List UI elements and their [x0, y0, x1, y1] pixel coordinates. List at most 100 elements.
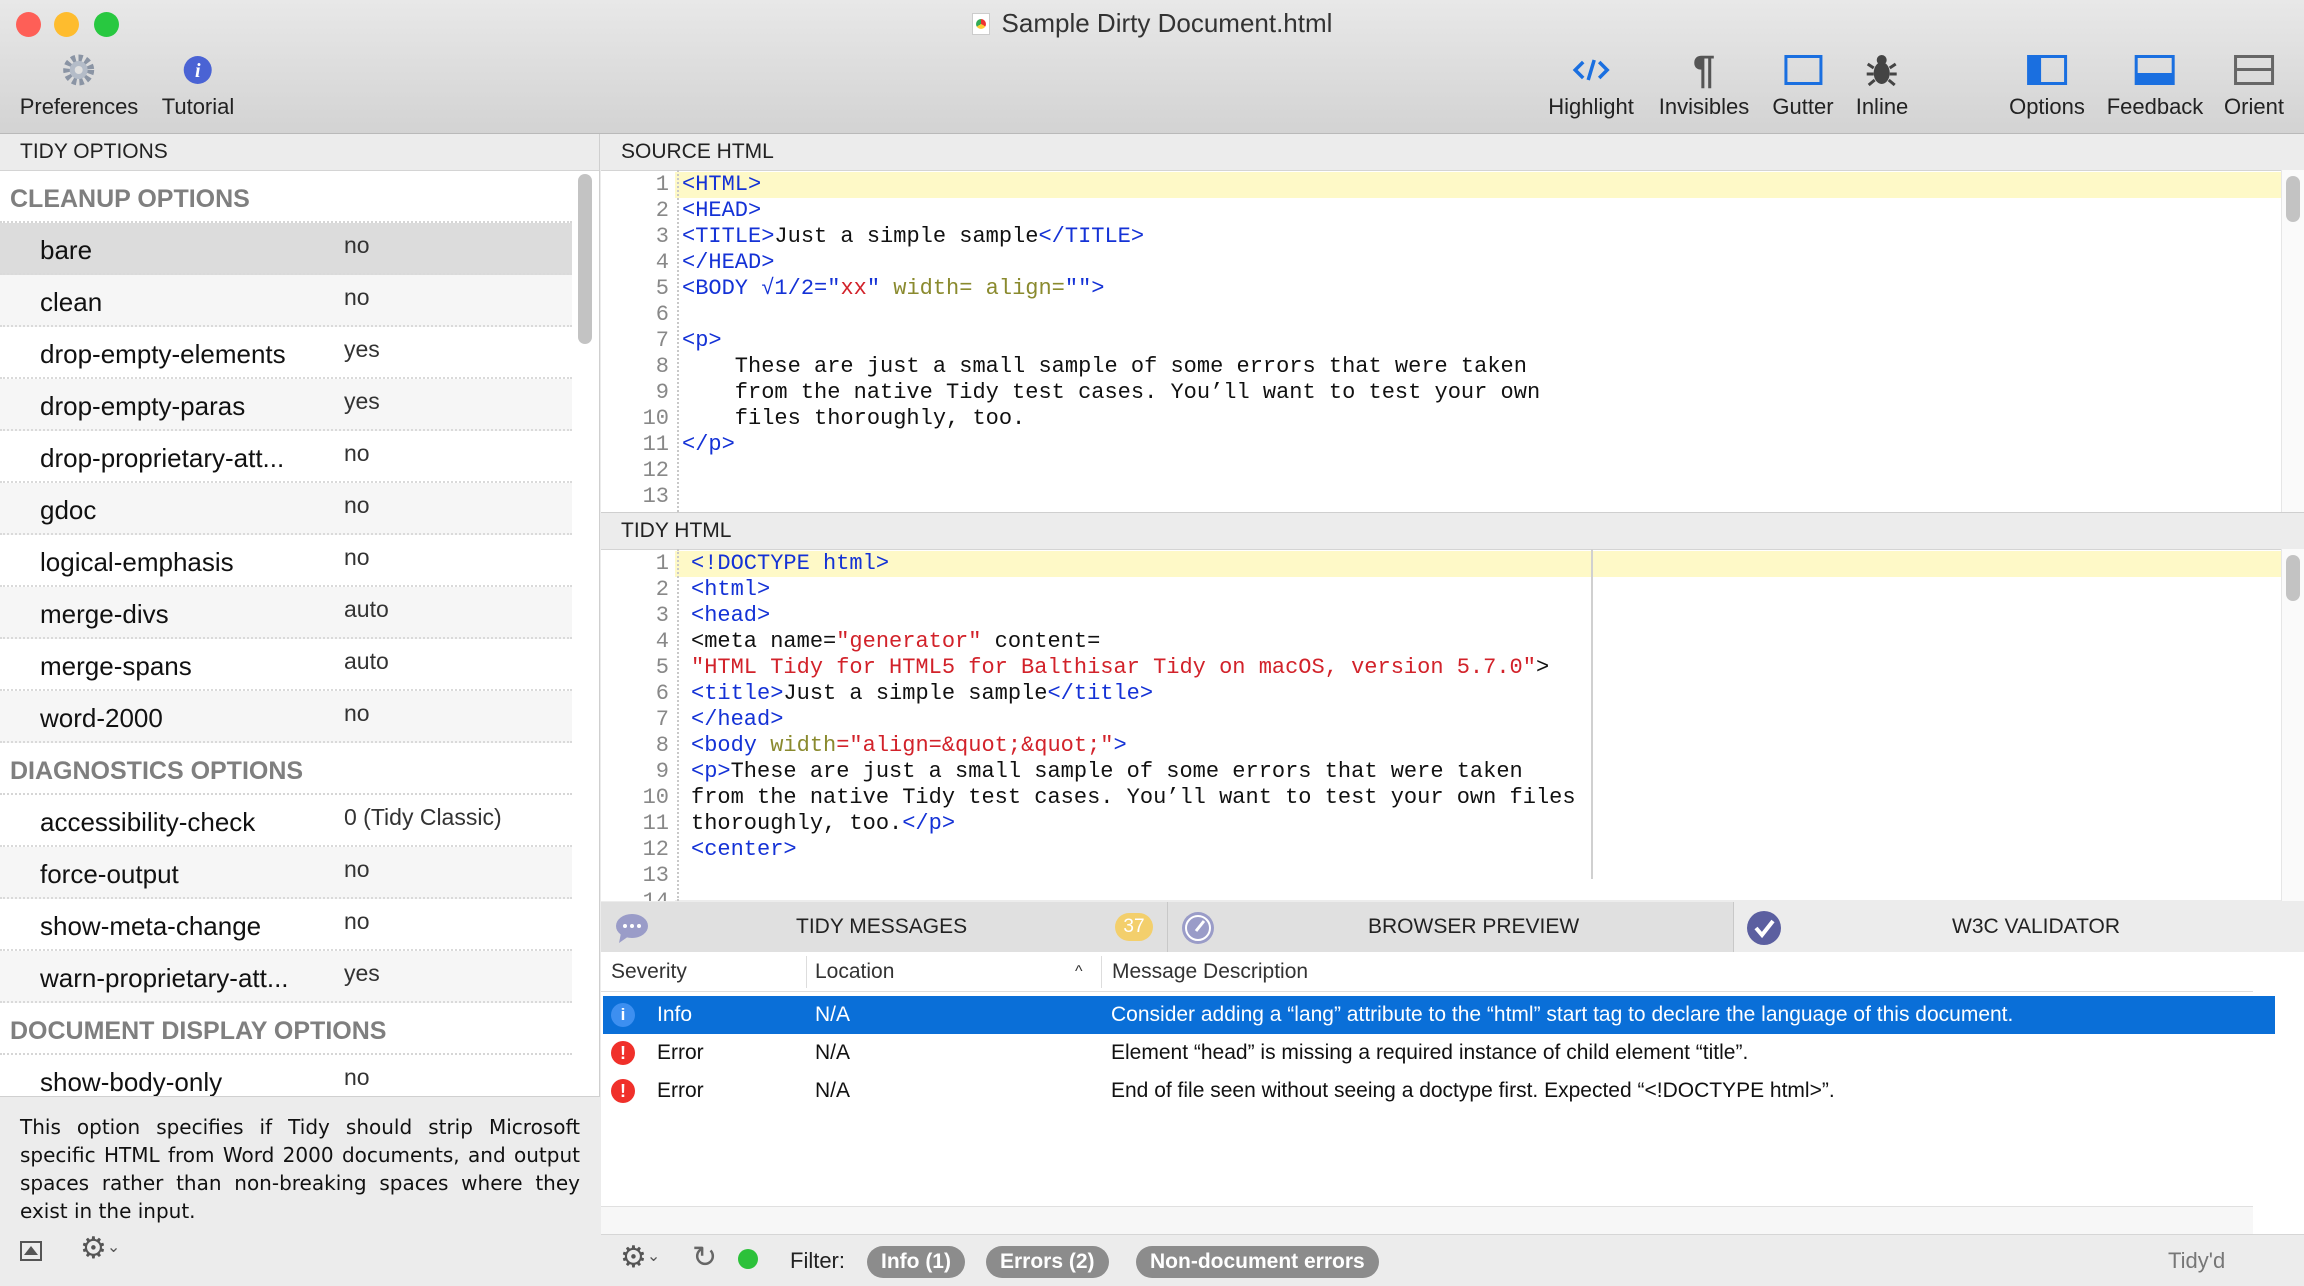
option-row-bare[interactable]: bare no: [0, 223, 572, 275]
option-value[interactable]: yes: [344, 388, 380, 415]
code-text: files thoroughly, too.: [682, 406, 1025, 432]
option-value[interactable]: auto: [344, 596, 389, 623]
filter-non-document-errors-button[interactable]: Non-document errors: [1136, 1246, 1379, 1278]
option-row-gdoc[interactable]: gdoc no: [0, 483, 572, 535]
option-row-accessibility-check[interactable]: accessibility-check 0 (Tidy Classic): [0, 795, 572, 847]
table-row[interactable]: ! Error N/A Element “head” is missing a req…: [603, 1034, 2275, 1072]
option-row-merge-spans[interactable]: merge-spans auto: [0, 639, 572, 691]
code-line: 8 <body width="align=&quot;&quot;">: [601, 733, 2281, 759]
feedback-button[interactable]: Feedback: [2107, 50, 2203, 120]
option-value[interactable]: auto: [344, 648, 389, 675]
code-token-str: "generator": [836, 629, 982, 654]
source-html-panel: SOURCE HTML 1 <HTML> 2 <HEAD> 3 <TITLE>Just a…: [601, 134, 2304, 512]
tidy-scrollbar-track[interactable]: [2281, 549, 2304, 901]
tab-tidy-messages[interactable]: TIDY MESSAGES 37: [601, 902, 1168, 952]
option-row-logical-emphasis[interactable]: logical-emphasis no: [0, 535, 572, 587]
options-list: CLEANUP OPTIONS bare no clean no drop-empty-e…: [0, 171, 572, 1107]
option-value[interactable]: no: [344, 232, 370, 259]
option-row-clean[interactable]: clean no: [0, 275, 572, 327]
option-row-merge-divs[interactable]: merge-divs auto: [0, 587, 572, 639]
error-icon: !: [611, 1079, 635, 1103]
filter-info-button[interactable]: Info (1): [867, 1246, 965, 1278]
code-token-txt: from the native Tidy test cases. You’ll …: [691, 785, 1576, 810]
option-row-force-output[interactable]: force-output no: [0, 847, 572, 899]
code-token-tag: <!DOCTYPE html>: [691, 551, 890, 576]
column-message-description[interactable]: Message Description: [1112, 952, 1308, 992]
orient-button[interactable]: Orient: [2224, 50, 2284, 120]
tutorial-button[interactable]: i Tutorial: [161, 50, 235, 120]
code-text: "HTML Tidy for HTML5 for Balthisar Tidy …: [691, 655, 1549, 681]
tidy-scrollbar-thumb[interactable]: [2286, 555, 2300, 601]
source-scrollbar-track[interactable]: [2281, 170, 2304, 512]
code-text: <meta name="generator" content=: [691, 629, 1100, 655]
option-value[interactable]: no: [344, 544, 370, 571]
code-line: 2 <HEAD>: [601, 198, 2281, 224]
line-number: 11: [601, 811, 675, 837]
option-value[interactable]: no: [344, 284, 370, 311]
option-value[interactable]: no: [344, 440, 370, 467]
column-severity[interactable]: Severity: [611, 952, 687, 992]
horizontal-scrollbar[interactable]: [601, 1206, 2253, 1234]
code-token-txt: Just a simple sample: [783, 681, 1048, 706]
option-row-drop-empty-paras[interactable]: drop-empty-paras yes: [0, 379, 572, 431]
option-value[interactable]: yes: [344, 960, 380, 987]
option-row-warn-proprietary-att[interactable]: warn-proprietary-att... yes: [0, 951, 572, 1003]
source-editor[interactable]: 1 <HTML> 2 <HEAD> 3 <TITLE>Just a simple samp…: [601, 170, 2281, 512]
split-horizontal-icon: [2224, 50, 2284, 90]
line-number: 11: [601, 432, 675, 458]
code-line: 8 These are just a small sample of some …: [601, 354, 2281, 380]
page-guide-line: [1591, 549, 1593, 879]
line-number: 8: [601, 354, 675, 380]
severity-cell: Info: [657, 1003, 693, 1026]
options-gear-menu-icon[interactable]: ⚙⌄: [80, 1233, 120, 1264]
code-text: from the native Tidy test cases. You’ll …: [691, 785, 1576, 811]
section-header: DIAGNOSTICS OPTIONS: [0, 743, 572, 795]
preferences-button[interactable]: Preferences: [20, 50, 138, 120]
invisibles-button[interactable]: ¶ Invisibles: [1659, 48, 1749, 120]
tidy-editor[interactable]: 1 <!DOCTYPE html> 2 <html> 3 <head> 4 <meta nam…: [601, 549, 2281, 901]
option-row-drop-proprietary-att[interactable]: drop-proprietary-att... no: [0, 431, 572, 483]
code-line: 6 <title>Just a simple sample</title>: [601, 681, 2281, 707]
location-cell: N/A: [815, 1041, 851, 1064]
options-scrollbar[interactable]: [578, 174, 592, 344]
option-value[interactable]: 0 (Tidy Classic): [344, 804, 502, 831]
option-value[interactable]: no: [344, 908, 370, 935]
option-name: gdoc: [40, 495, 97, 525]
messages-gear-menu-icon[interactable]: ⚙⌄: [620, 1240, 660, 1275]
tab-browser-preview[interactable]: BROWSER PREVIEW: [1168, 902, 1734, 952]
code-line: 4 </HEAD>: [601, 250, 2281, 276]
code-text: <BODY √1/2="xx" width= align="">: [682, 276, 1105, 302]
refresh-icon[interactable]: ↻: [692, 1240, 717, 1275]
tutorial-label: Tutorial: [161, 94, 235, 119]
filter-errors-button[interactable]: Errors (2): [986, 1246, 1109, 1278]
table-row[interactable]: i Info N/A Consider adding a “lang” attribu…: [603, 996, 2275, 1034]
line-number: 5: [601, 655, 675, 681]
option-name: bare: [40, 235, 93, 265]
option-row-show-meta-change[interactable]: show-meta-change no: [0, 899, 572, 951]
option-value[interactable]: no: [344, 1064, 370, 1091]
option-name: force-output: [40, 859, 179, 889]
options-button[interactable]: Options: [2009, 50, 2085, 120]
gutter-button[interactable]: Gutter: [1772, 50, 1834, 120]
code-line: 1 <HTML>: [601, 172, 2281, 198]
column-location[interactable]: Location: [815, 952, 894, 992]
option-value[interactable]: no: [344, 700, 370, 727]
option-value[interactable]: no: [344, 492, 370, 519]
option-row-drop-empty-elements[interactable]: drop-empty-elements yes: [0, 327, 572, 379]
line-number: 1: [601, 172, 675, 198]
image-toggle-icon[interactable]: [20, 1241, 42, 1261]
table-row[interactable]: ! Error N/A End of file seen without seeing…: [603, 1072, 2275, 1110]
inline-button[interactable]: Inline: [1856, 50, 1908, 120]
tab-w3c-validator[interactable]: W3C VALIDATOR: [1734, 902, 2304, 952]
tidy-html-header: TIDY HTML: [601, 513, 2304, 550]
tab-tidy-messages-label: TIDY MESSAGES: [796, 915, 968, 938]
option-row-word-2000[interactable]: word-2000 no: [0, 691, 572, 743]
option-value[interactable]: yes: [344, 336, 380, 363]
source-scrollbar-thumb[interactable]: [2286, 176, 2300, 222]
code-token-tag: </p>: [682, 432, 735, 457]
code-token-attr: width: [770, 733, 837, 758]
option-value[interactable]: no: [344, 856, 370, 883]
code-text: <html>: [691, 577, 770, 603]
highlight-button[interactable]: Highlight: [1548, 50, 1634, 120]
message-cell: Consider adding a “lang” attribute to th…: [1111, 1003, 2014, 1026]
